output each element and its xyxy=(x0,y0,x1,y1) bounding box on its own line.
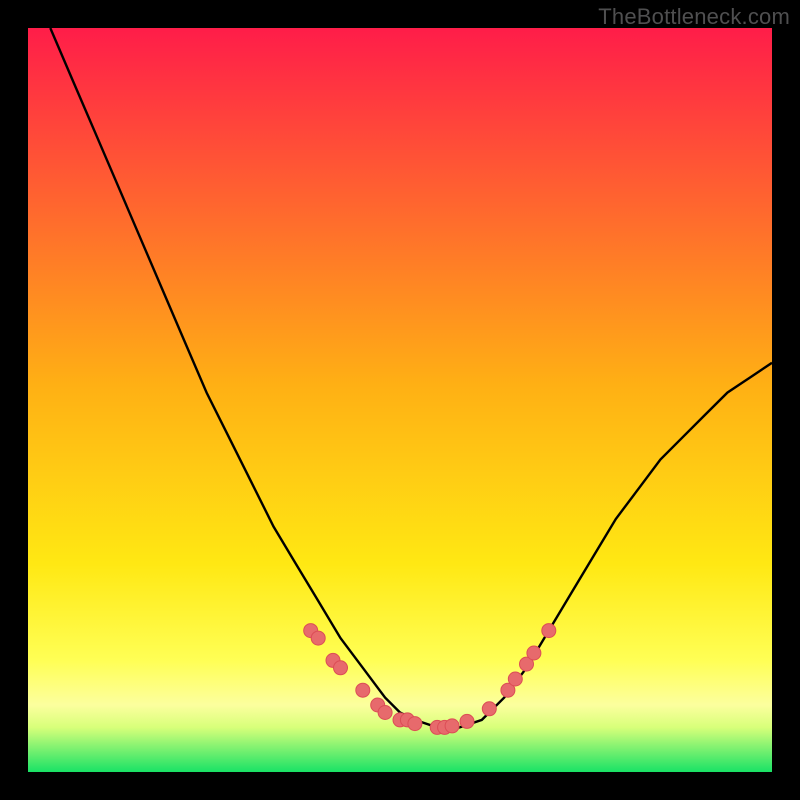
data-marker xyxy=(508,672,522,686)
data-marker xyxy=(311,631,325,645)
data-marker xyxy=(482,702,496,716)
plot-frame xyxy=(28,28,772,772)
gradient-bg xyxy=(28,28,772,772)
data-marker xyxy=(527,646,541,660)
data-marker xyxy=(356,683,370,697)
data-marker xyxy=(445,719,459,733)
plot-svg xyxy=(28,28,772,772)
data-marker xyxy=(408,717,422,731)
watermark-text: TheBottleneck.com xyxy=(598,4,790,30)
data-marker xyxy=(378,706,392,720)
data-marker xyxy=(334,661,348,675)
data-marker xyxy=(542,624,556,638)
data-marker xyxy=(460,714,474,728)
